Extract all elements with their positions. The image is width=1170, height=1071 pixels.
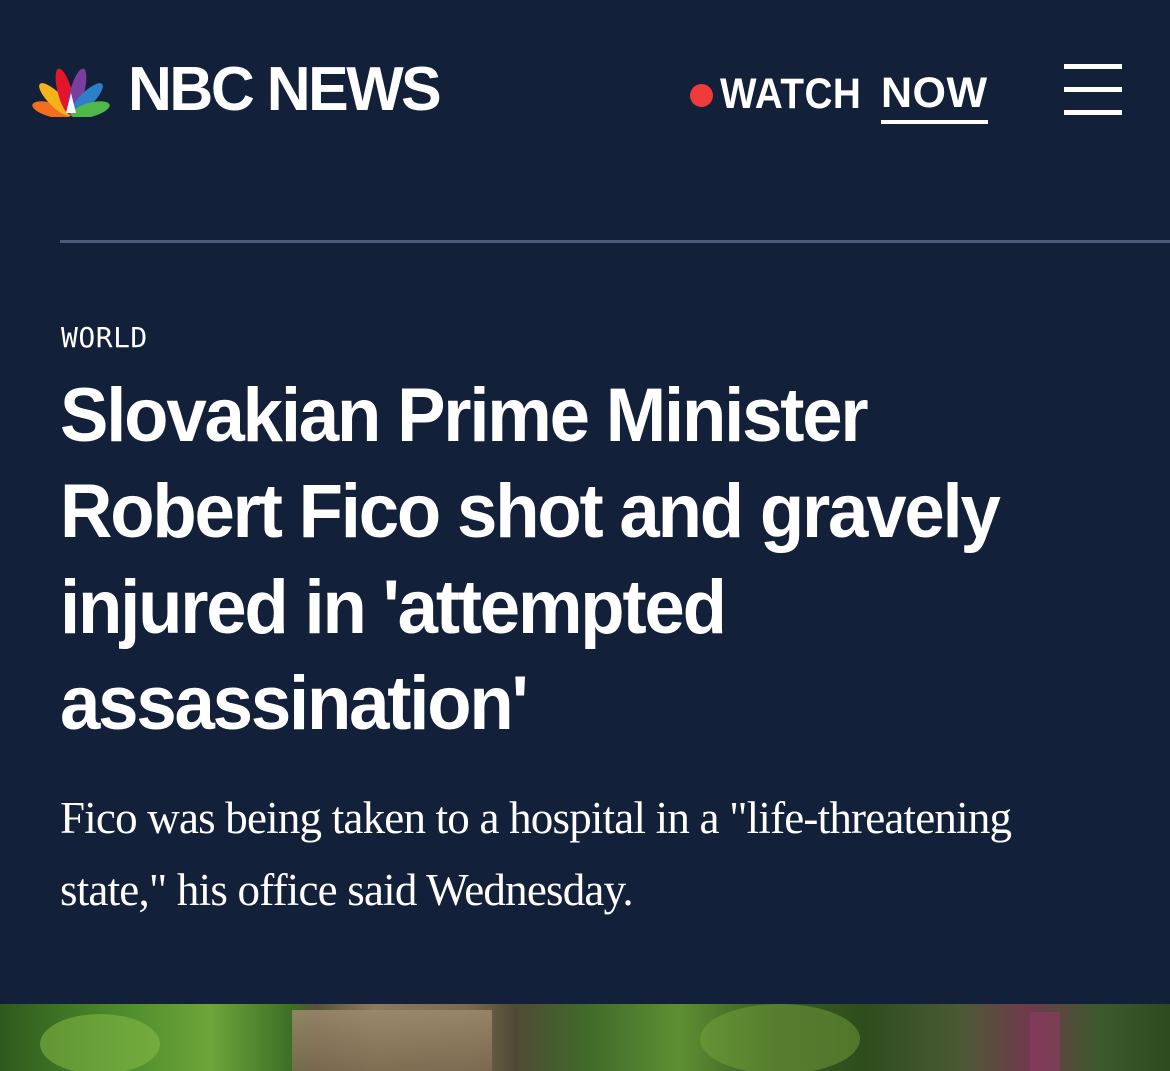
menu-bar (1064, 64, 1122, 69)
nbc-news-logo[interactable]: NBC NEWS (30, 55, 446, 124)
hero-foliage (40, 1014, 160, 1071)
article-page: NBC NEWS WATCH NOW WORLD Slovakian Prime… (0, 0, 1170, 1071)
live-dot-icon (690, 83, 713, 107)
nbc-peacock-icon (32, 68, 110, 117)
site-header: NBC NEWS WATCH NOW (0, 0, 1170, 185)
hero-sign (292, 1010, 492, 1071)
hero-flag (1030, 1012, 1060, 1071)
menu-bar (1064, 110, 1122, 115)
watch-now-label: NOW (881, 68, 988, 124)
menu-bar (1064, 87, 1122, 92)
watch-now-link[interactable]: WATCH NOW (690, 68, 988, 124)
logo-wordmark: NBC NEWS (128, 55, 442, 124)
hero-image (0, 1004, 1170, 1071)
hero-foliage (700, 1004, 860, 1071)
article-dek: Fico was being taken to a hospital in a … (60, 793, 1012, 915)
article-headline: Slovakian Prime Minister Robert Fico sho… (60, 373, 1001, 746)
hamburger-menu-icon[interactable] (1064, 64, 1122, 116)
watch-label: WATCH (720, 70, 862, 118)
header-divider (60, 240, 1170, 243)
section-label[interactable]: WORLD (61, 321, 148, 355)
